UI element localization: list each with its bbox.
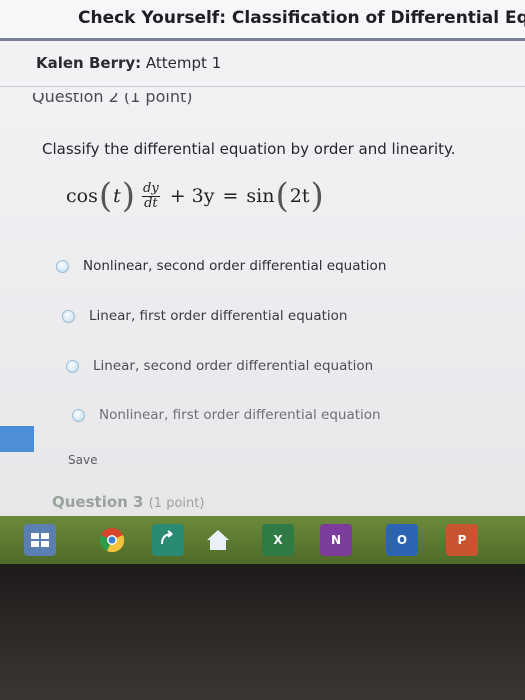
option-label[interactable]: Nonlinear, first order differential equa… [99, 407, 381, 423]
question-prompt: Classify the differential equation by or… [42, 140, 456, 158]
sharing-icon[interactable] [152, 524, 184, 556]
option-label[interactable]: Linear, first order differential equatio… [89, 308, 347, 324]
option-label[interactable]: Nonlinear, second order differential equ… [83, 258, 386, 274]
student-name: Kalen Berry: [36, 54, 142, 72]
divider [0, 86, 525, 87]
equation-cos: cos [66, 185, 98, 207]
answer-option[interactable]: Linear, second order differential equati… [66, 358, 373, 374]
radio-button[interactable] [66, 359, 79, 373]
equation-sin: sin [246, 185, 275, 207]
radio-button[interactable] [72, 408, 85, 422]
derivative-fraction: dy dt [142, 180, 160, 211]
question-header: Question 2 (1 point) [32, 93, 193, 106]
browser-window: Check Yourself: Classification of Differ… [0, 0, 525, 516]
home-icon[interactable] [202, 524, 234, 556]
next-question-header: Question 3 (1 point) [52, 493, 204, 511]
answer-option[interactable]: Nonlinear, first order differential equa… [72, 407, 381, 423]
answer-option[interactable]: Linear, first order differential equatio… [62, 308, 347, 324]
left-paren: ( [98, 176, 113, 216]
equation-2t: 2t [289, 185, 310, 207]
equation-t: t [113, 185, 121, 207]
equation-plus-3y: + 3y [169, 185, 215, 207]
save-button[interactable]: Save [68, 453, 97, 467]
fraction-denominator: dt [144, 195, 158, 211]
outlook-icon[interactable]: O [386, 524, 418, 556]
title-bar: Check Yourself: Classification of Differ… [0, 0, 525, 41]
onenote-icon[interactable]: N [320, 524, 352, 556]
left-paren: ( [275, 176, 289, 216]
excel-icon[interactable]: X [262, 524, 294, 556]
powerpoint-icon[interactable]: P [446, 524, 478, 556]
chrome-icon[interactable] [96, 524, 128, 556]
equation-equals: = [222, 185, 239, 207]
answer-option[interactable]: Nonlinear, second order differential equ… [56, 258, 386, 274]
differential-equation: cos ( t ) dy dt + 3y = sin ( 2t ) [66, 176, 325, 216]
start-icon[interactable] [24, 524, 56, 556]
side-tab[interactable] [0, 426, 34, 452]
option-label[interactable]: Linear, second order differential equati… [93, 358, 373, 374]
radio-button[interactable] [56, 259, 69, 273]
monitor-bezel [0, 564, 525, 700]
right-paren: ) [310, 176, 324, 216]
fraction-numerator: dy [142, 180, 160, 197]
next-question-label: Question 3 [52, 493, 144, 511]
taskbar: X N O P [0, 516, 525, 564]
page-title: Check Yourself: Classification of Differ… [78, 8, 525, 28]
right-paren: ) [121, 176, 136, 216]
attempt-info: Kalen Berry: Attempt 1 [36, 54, 221, 72]
radio-button[interactable] [62, 309, 75, 323]
next-question-points: (1 point) [148, 496, 205, 511]
attempt-label: Attempt 1 [145, 54, 222, 72]
